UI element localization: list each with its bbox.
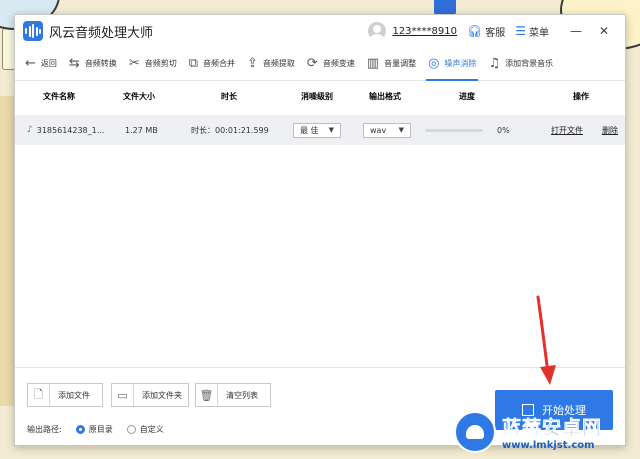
tool-noise[interactable]: ◎ 噪声消除 bbox=[422, 47, 482, 81]
user-account-link[interactable]: 123****8910 bbox=[392, 26, 457, 37]
header-duration: 时长 bbox=[221, 91, 237, 101]
tool-volume[interactable]: ▥ 音量调整 bbox=[361, 47, 422, 81]
open-file-link[interactable]: 打开文件 bbox=[551, 115, 583, 145]
output-format-value: wav bbox=[370, 125, 387, 135]
customer-service-label: 客服 bbox=[485, 27, 506, 39]
chevron-down-icon: ▼ bbox=[328, 126, 334, 134]
file-icon: 🗋︎ bbox=[28, 384, 50, 406]
tool-label: 添加背景音乐 bbox=[505, 59, 554, 68]
tool-convert[interactable]: ⇆ 音频转换 bbox=[63, 47, 123, 81]
minimize-button[interactable]: — bbox=[563, 24, 589, 38]
tool-label: 音量调整 bbox=[384, 59, 417, 68]
title-bar: 风云音频处理大师 123****8910 🎧︎ 客服 ☰ 菜单 — ✕ bbox=[15, 15, 625, 47]
watermark: 蓝莓安卓网 www.lmkjst.com bbox=[454, 404, 640, 459]
header-action: 操作 bbox=[573, 91, 589, 101]
app-logo-icon bbox=[23, 21, 43, 41]
audio-file-icon: ♪ bbox=[27, 125, 33, 135]
noise-level-value: 最 佳 bbox=[300, 125, 319, 135]
progress-text: 0% bbox=[497, 125, 510, 135]
tool-scissors[interactable]: ✂ 音频剪切 bbox=[123, 47, 183, 81]
tool-label: 音频合并 bbox=[203, 59, 236, 68]
output-path: 输出路径: 原目录 自定义 bbox=[27, 424, 164, 435]
output-path-label: 输出路径: bbox=[27, 425, 62, 434]
output-format-select[interactable]: wav ▼ bbox=[363, 122, 411, 138]
add-folder-button[interactable]: ▭ 添加文件夹 bbox=[111, 383, 189, 407]
trash-icon: 🗑︎ bbox=[196, 384, 218, 406]
clear-list-button[interactable]: 🗑︎ 清空列表 bbox=[195, 383, 271, 407]
avatar[interactable] bbox=[368, 22, 387, 40]
back-button[interactable]: ← 返回 bbox=[19, 47, 63, 81]
original-dir-label: 原目录 bbox=[88, 425, 113, 434]
tool-label: 音频剪切 bbox=[144, 59, 177, 68]
tool-label: 噪声消除 bbox=[444, 59, 477, 68]
file-size: 1.27 MB bbox=[125, 125, 158, 135]
tool-label: 音频转换 bbox=[84, 59, 117, 68]
header-name: 文件名称 bbox=[43, 91, 75, 101]
chevron-down-icon: ▼ bbox=[398, 126, 404, 134]
tool-merge[interactable]: ⧉ 音频合并 bbox=[183, 47, 241, 81]
noise-level-select[interactable]: 最 佳 ▼ bbox=[293, 122, 341, 138]
tool-extract[interactable]: ⇪ 音频提取 bbox=[241, 47, 301, 81]
annotation-arrow bbox=[536, 295, 556, 385]
tool-music[interactable]: ♫ 添加背景音乐 bbox=[482, 47, 559, 81]
file-name: 3185614238_1... bbox=[36, 125, 105, 135]
volume-icon: ▥ bbox=[366, 56, 380, 71]
app-title: 风云音频处理大师 bbox=[49, 25, 154, 41]
header-size: 文件大小 bbox=[123, 91, 155, 101]
extract-icon: ⇪ bbox=[247, 56, 258, 71]
watermark-logo bbox=[454, 410, 496, 453]
file-duration: 时长：00:01:21.599 bbox=[191, 125, 269, 135]
original-dir-radio[interactable] bbox=[75, 425, 85, 434]
folder-icon: ▭ bbox=[112, 384, 134, 406]
header-noise-level: 消噪级别 bbox=[301, 91, 333, 101]
menu-button[interactable]: ☰ 菜单 bbox=[515, 24, 549, 39]
delete-link[interactable]: 删除 bbox=[602, 115, 618, 145]
table-row[interactable]: ♪ 3185614238_1... 1.27 MB 时长：00:01:21.59… bbox=[15, 115, 625, 145]
customer-service-button[interactable]: 🎧︎ 客服 bbox=[467, 24, 505, 39]
scissors-icon: ✂ bbox=[128, 56, 140, 71]
headset-icon: 🎧︎ bbox=[467, 24, 483, 38]
tool-label: 音频提取 bbox=[262, 59, 295, 68]
background-stripe bbox=[0, 96, 14, 406]
watermark-url: www.lmkjst.com bbox=[502, 439, 595, 451]
close-button[interactable]: ✕ bbox=[591, 24, 617, 38]
file-name-cell: ♪ 3185614238_1... bbox=[27, 115, 104, 145]
back-label: 返回 bbox=[40, 59, 57, 68]
music-icon: ♫ bbox=[488, 56, 501, 71]
custom-dir-label: 自定义 bbox=[139, 425, 164, 434]
table-header: 文件名称 文件大小 时长 消噪级别 输出格式 进度 操作 bbox=[15, 81, 625, 111]
menu-icon: ☰ bbox=[515, 24, 526, 38]
add-file-button[interactable]: 🗋︎ 添加文件 bbox=[27, 383, 103, 407]
custom-dir-radio[interactable] bbox=[126, 425, 136, 434]
watermark-name: 蓝莓安卓网 bbox=[502, 416, 603, 439]
speed-icon: ⟳ bbox=[306, 56, 318, 71]
clear-list-label: 清空列表 bbox=[226, 390, 258, 400]
progress-bar bbox=[425, 128, 483, 132]
header-output-format: 输出格式 bbox=[369, 91, 401, 101]
header-progress: 进度 bbox=[459, 91, 475, 101]
add-file-label: 添加文件 bbox=[58, 390, 90, 400]
noise-icon: ◎ bbox=[428, 56, 440, 71]
menu-label: 菜单 bbox=[529, 27, 549, 39]
back-arrow-icon: ← bbox=[25, 56, 36, 71]
convert-icon: ⇆ bbox=[68, 56, 80, 71]
add-folder-label: 添加文件夹 bbox=[142, 390, 182, 400]
tool-label: 音频变速 bbox=[322, 59, 355, 68]
function-toolbar: ← 返回 ⇆ 音频转换 ✂ 音频剪切 ⧉ 音频合并 ⇪ 音频提取 ⟳ 音频变速 ▥ 音量调整 ◎ 噪声消除… bbox=[15, 47, 625, 81]
merge-icon: ⧉ bbox=[188, 56, 199, 71]
tool-speed[interactable]: ⟳ 音频变速 bbox=[301, 47, 361, 81]
